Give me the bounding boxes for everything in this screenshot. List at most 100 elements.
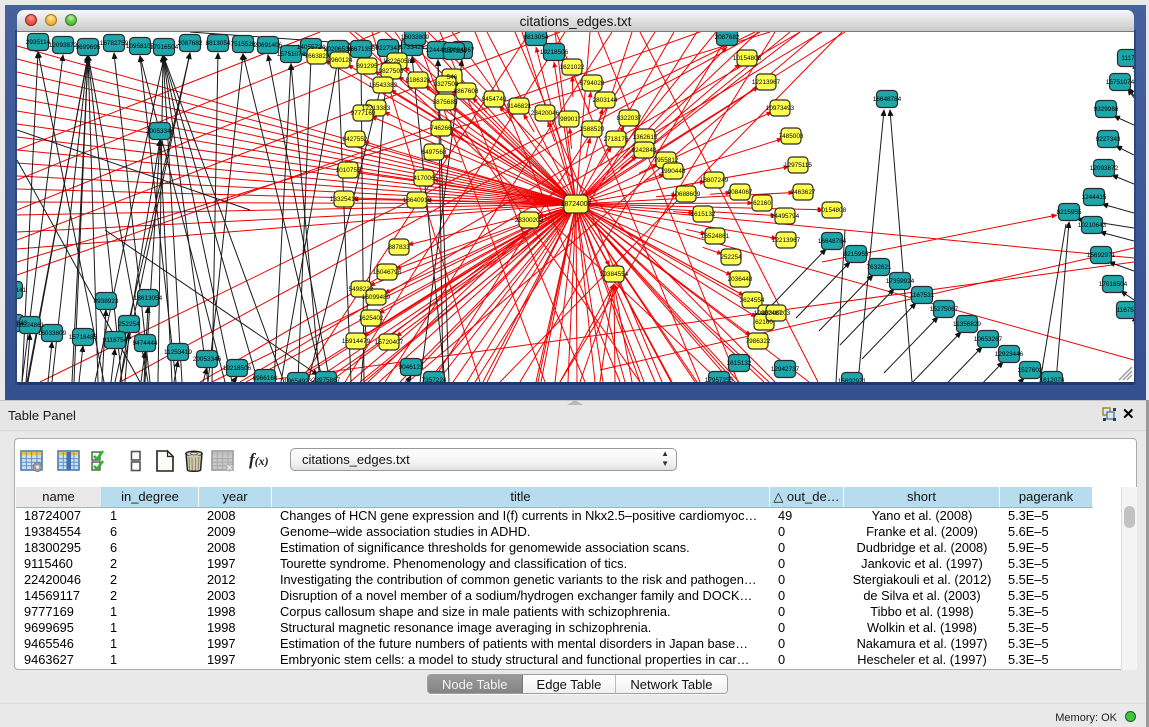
svg-text:1244415: 1244415 (1082, 194, 1107, 201)
svg-text:12975115: 12975115 (784, 162, 812, 169)
svg-text:13226058: 13226058 (383, 58, 412, 65)
svg-text:8813054: 8813054 (524, 34, 549, 41)
svg-text:17359924: 17359924 (886, 278, 915, 285)
svg-text:16671355: 16671355 (347, 46, 376, 53)
svg-text:8215955: 8215955 (1057, 209, 1082, 216)
svg-text:2036448: 2036448 (728, 276, 753, 283)
svg-text:1167531: 1167531 (910, 292, 935, 299)
svg-text:2867608: 2867608 (454, 88, 479, 95)
svg-text:417006: 417006 (413, 175, 435, 182)
svg-text:6966160: 6966160 (253, 375, 278, 382)
svg-text:23420046: 23420046 (531, 110, 560, 117)
svg-text:16524861: 16524861 (701, 233, 730, 240)
svg-text:891295: 891295 (356, 63, 378, 70)
svg-text:9327508: 9327508 (434, 81, 459, 88)
svg-text:20691406: 20691406 (254, 42, 283, 49)
svg-text:1990448: 1990448 (661, 168, 686, 175)
svg-text:19218506: 19218506 (223, 365, 252, 372)
svg-text:2087682: 2087682 (715, 34, 740, 41)
svg-text:23300203: 23300203 (515, 217, 544, 224)
svg-text:15136141: 15136141 (17, 287, 27, 294)
svg-text:15692971: 15692971 (1087, 252, 1116, 259)
svg-text:2803144: 2803144 (593, 97, 618, 104)
svg-text:9118754: 9118754 (103, 337, 128, 344)
svg-text:8960124: 8960124 (328, 57, 353, 64)
svg-text:3875685: 3875685 (433, 99, 458, 106)
svg-text:2935114: 2935114 (26, 39, 51, 46)
svg-text:17016504: 17016504 (1099, 281, 1128, 288)
svg-text:17016504: 17016504 (150, 44, 179, 51)
svg-text:1117: 1117 (1121, 55, 1134, 62)
svg-text:6794028: 6794028 (580, 80, 605, 87)
svg-text:14055724: 14055724 (297, 44, 326, 51)
svg-text:8813054: 8813054 (206, 40, 231, 47)
svg-text:20053346: 20053346 (146, 128, 175, 135)
svg-text:9699695: 9699695 (76, 44, 101, 51)
svg-text:7632621: 7632621 (867, 264, 892, 271)
svg-text:10154808: 10154808 (733, 55, 762, 62)
svg-text:10653267: 10653267 (974, 336, 1003, 343)
svg-text:9146821: 9146821 (507, 103, 532, 110)
svg-text:9827503: 9827503 (379, 68, 404, 75)
svg-text:252254: 252254 (720, 254, 742, 261)
svg-text:1010755: 1010755 (336, 167, 361, 174)
svg-text:18807249: 18807249 (700, 177, 729, 184)
svg-text:887833: 887833 (388, 244, 410, 251)
svg-text:9227343: 9227343 (376, 45, 401, 52)
svg-text:16099489: 16099489 (362, 294, 391, 301)
svg-text:7986322: 7986322 (746, 338, 771, 345)
svg-text:9329966: 9329966 (1094, 106, 1119, 113)
svg-text:7663822: 7663822 (305, 53, 330, 60)
svg-text:15751074: 15751074 (1106, 79, 1134, 86)
svg-text:3624554: 3624554 (740, 297, 765, 304)
svg-text:546: 546 (447, 74, 458, 81)
svg-text:1362615: 1362615 (633, 134, 658, 141)
svg-text:18613054: 18613054 (134, 295, 163, 302)
svg-text:15720407: 15720407 (375, 339, 404, 346)
svg-text:6497568: 6497568 (422, 149, 447, 156)
svg-text:252254: 252254 (118, 321, 140, 328)
svg-text:7485003: 7485003 (779, 133, 804, 140)
svg-text:9084067: 9084067 (728, 189, 753, 196)
svg-text:12213967: 12213967 (772, 237, 801, 244)
svg-text:8427552: 8427552 (343, 136, 368, 143)
svg-text:16524861: 16524861 (17, 322, 45, 329)
svg-text:15716485: 15716485 (69, 334, 98, 341)
svg-text:1625402: 1625402 (359, 315, 384, 322)
svg-text:1588520: 1588520 (580, 126, 605, 133)
svg-text:23300203: 23300203 (762, 310, 791, 317)
svg-text:9046123: 9046123 (399, 364, 424, 371)
svg-text:16046798: 16046798 (373, 269, 402, 276)
svg-text:11356829: 11356829 (953, 321, 981, 328)
svg-text:10210643: 10210643 (1078, 222, 1107, 229)
svg-text:19384554: 19384554 (600, 271, 629, 278)
svg-text:5498222: 5498222 (349, 286, 374, 293)
svg-text:12093872: 12093872 (1090, 165, 1119, 172)
svg-text:16648784: 16648784 (818, 238, 847, 245)
svg-text:1527602: 1527602 (1018, 367, 1043, 374)
svg-text:2718176: 2718176 (604, 136, 629, 143)
svg-text:98901: 98901 (560, 116, 578, 123)
svg-text:14495794: 14495794 (771, 213, 800, 220)
svg-text:9227343: 9227343 (1096, 136, 1121, 143)
svg-text:7357224: 7357224 (442, 48, 467, 55)
svg-text:10688609: 10688609 (672, 191, 701, 198)
svg-text:116753: 116753 (1117, 307, 1134, 314)
svg-text:746266: 746266 (430, 125, 452, 132)
svg-text:16543382: 16543382 (369, 82, 398, 89)
svg-text:16033809: 16033809 (38, 330, 67, 337)
svg-text:19218506: 19218506 (540, 49, 569, 56)
svg-text:8322037: 8322037 (617, 115, 642, 122)
svg-text:7515526: 7515526 (231, 41, 256, 48)
svg-text:12942737: 12942737 (771, 366, 800, 373)
svg-text:18724007: 18724007 (560, 201, 591, 208)
svg-text:8454749: 8454749 (482, 96, 507, 103)
svg-text:8938923: 8938923 (94, 298, 119, 305)
svg-text:16033809: 16033809 (401, 34, 430, 41)
svg-text:8186328: 8186328 (406, 77, 431, 84)
svg-text:12923446: 12923446 (995, 351, 1024, 358)
svg-text:9474444: 9474444 (133, 340, 158, 347)
svg-text:12093872: 12093872 (49, 42, 78, 49)
svg-text:16782759: 16782759 (100, 40, 129, 47)
svg-text:16648784: 16648784 (873, 96, 902, 103)
